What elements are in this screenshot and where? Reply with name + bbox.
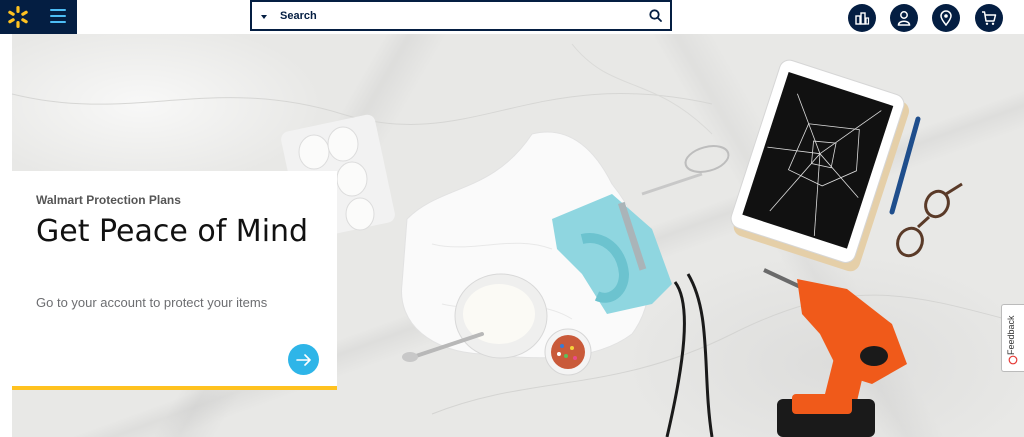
feedback-label: Feedback: [1006, 315, 1016, 355]
feedback-bubble-icon: [1008, 355, 1018, 365]
store-location-button[interactable]: [932, 4, 960, 32]
promo-subtext: Go to your account to protect your items: [36, 295, 268, 310]
spark-logo-icon: [8, 6, 28, 28]
eyeglasses: [896, 182, 963, 258]
cart-icon: [982, 11, 997, 25]
feedback-tab[interactable]: Feedback: [1001, 304, 1024, 372]
account-button[interactable]: [890, 4, 918, 32]
search-icon[interactable]: [649, 9, 662, 22]
search-department-dropdown[interactable]: [261, 15, 267, 19]
logo-box[interactable]: [0, 0, 77, 34]
promo-headline: Get Peace of Mind: [36, 214, 309, 249]
search-bar: [250, 0, 672, 31]
account-icon: [897, 11, 911, 26]
search-input[interactable]: [280, 7, 640, 25]
broken-tablet: [730, 59, 910, 272]
departments-button[interactable]: [848, 4, 876, 32]
cart-button[interactable]: [975, 4, 1003, 32]
departments-icon: [855, 12, 870, 25]
promo-arrow-button[interactable]: [288, 344, 319, 375]
arrow-right-icon: [295, 353, 311, 366]
promo-card: Walmart Protection Plans Get Peace of Mi…: [12, 171, 337, 390]
store-location-icon: [940, 10, 952, 26]
promo-eyebrow: Walmart Protection Plans: [36, 193, 181, 207]
promo-accent-bar: [12, 386, 337, 390]
menu-icon[interactable]: [50, 9, 66, 23]
